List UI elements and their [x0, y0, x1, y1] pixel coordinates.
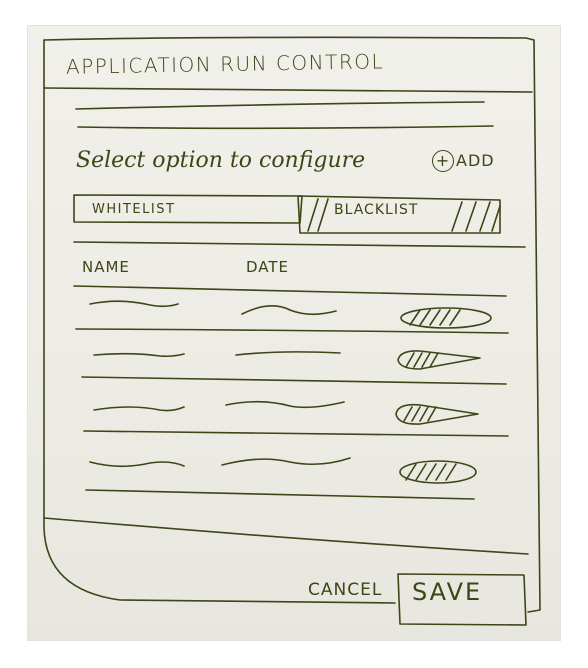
plus-circle-icon: +	[432, 150, 454, 172]
tab-whitelist[interactable]: WHITELIST	[92, 202, 175, 217]
footer-divider	[43, 517, 529, 555]
header-divider	[73, 241, 526, 248]
save-button[interactable]: SAVE	[412, 578, 482, 606]
configure-prompt: Select option to configure	[76, 148, 366, 173]
add-button[interactable]: + ADD	[432, 150, 495, 172]
column-header-name[interactable]: NAME	[82, 258, 130, 276]
table-row[interactable]	[80, 333, 508, 379]
table-row[interactable]	[76, 292, 508, 330]
table-row[interactable]	[84, 436, 508, 494]
placeholder-line	[75, 101, 485, 110]
table-row[interactable]	[82, 384, 508, 432]
title-divider	[43, 87, 533, 93]
column-header-date[interactable]: DATE	[246, 258, 289, 276]
placeholder-line	[77, 125, 494, 130]
tab-blacklist[interactable]: BLACKLIST	[334, 202, 418, 218]
add-label: ADD	[456, 151, 495, 170]
cancel-button[interactable]: CANCEL	[308, 580, 382, 600]
